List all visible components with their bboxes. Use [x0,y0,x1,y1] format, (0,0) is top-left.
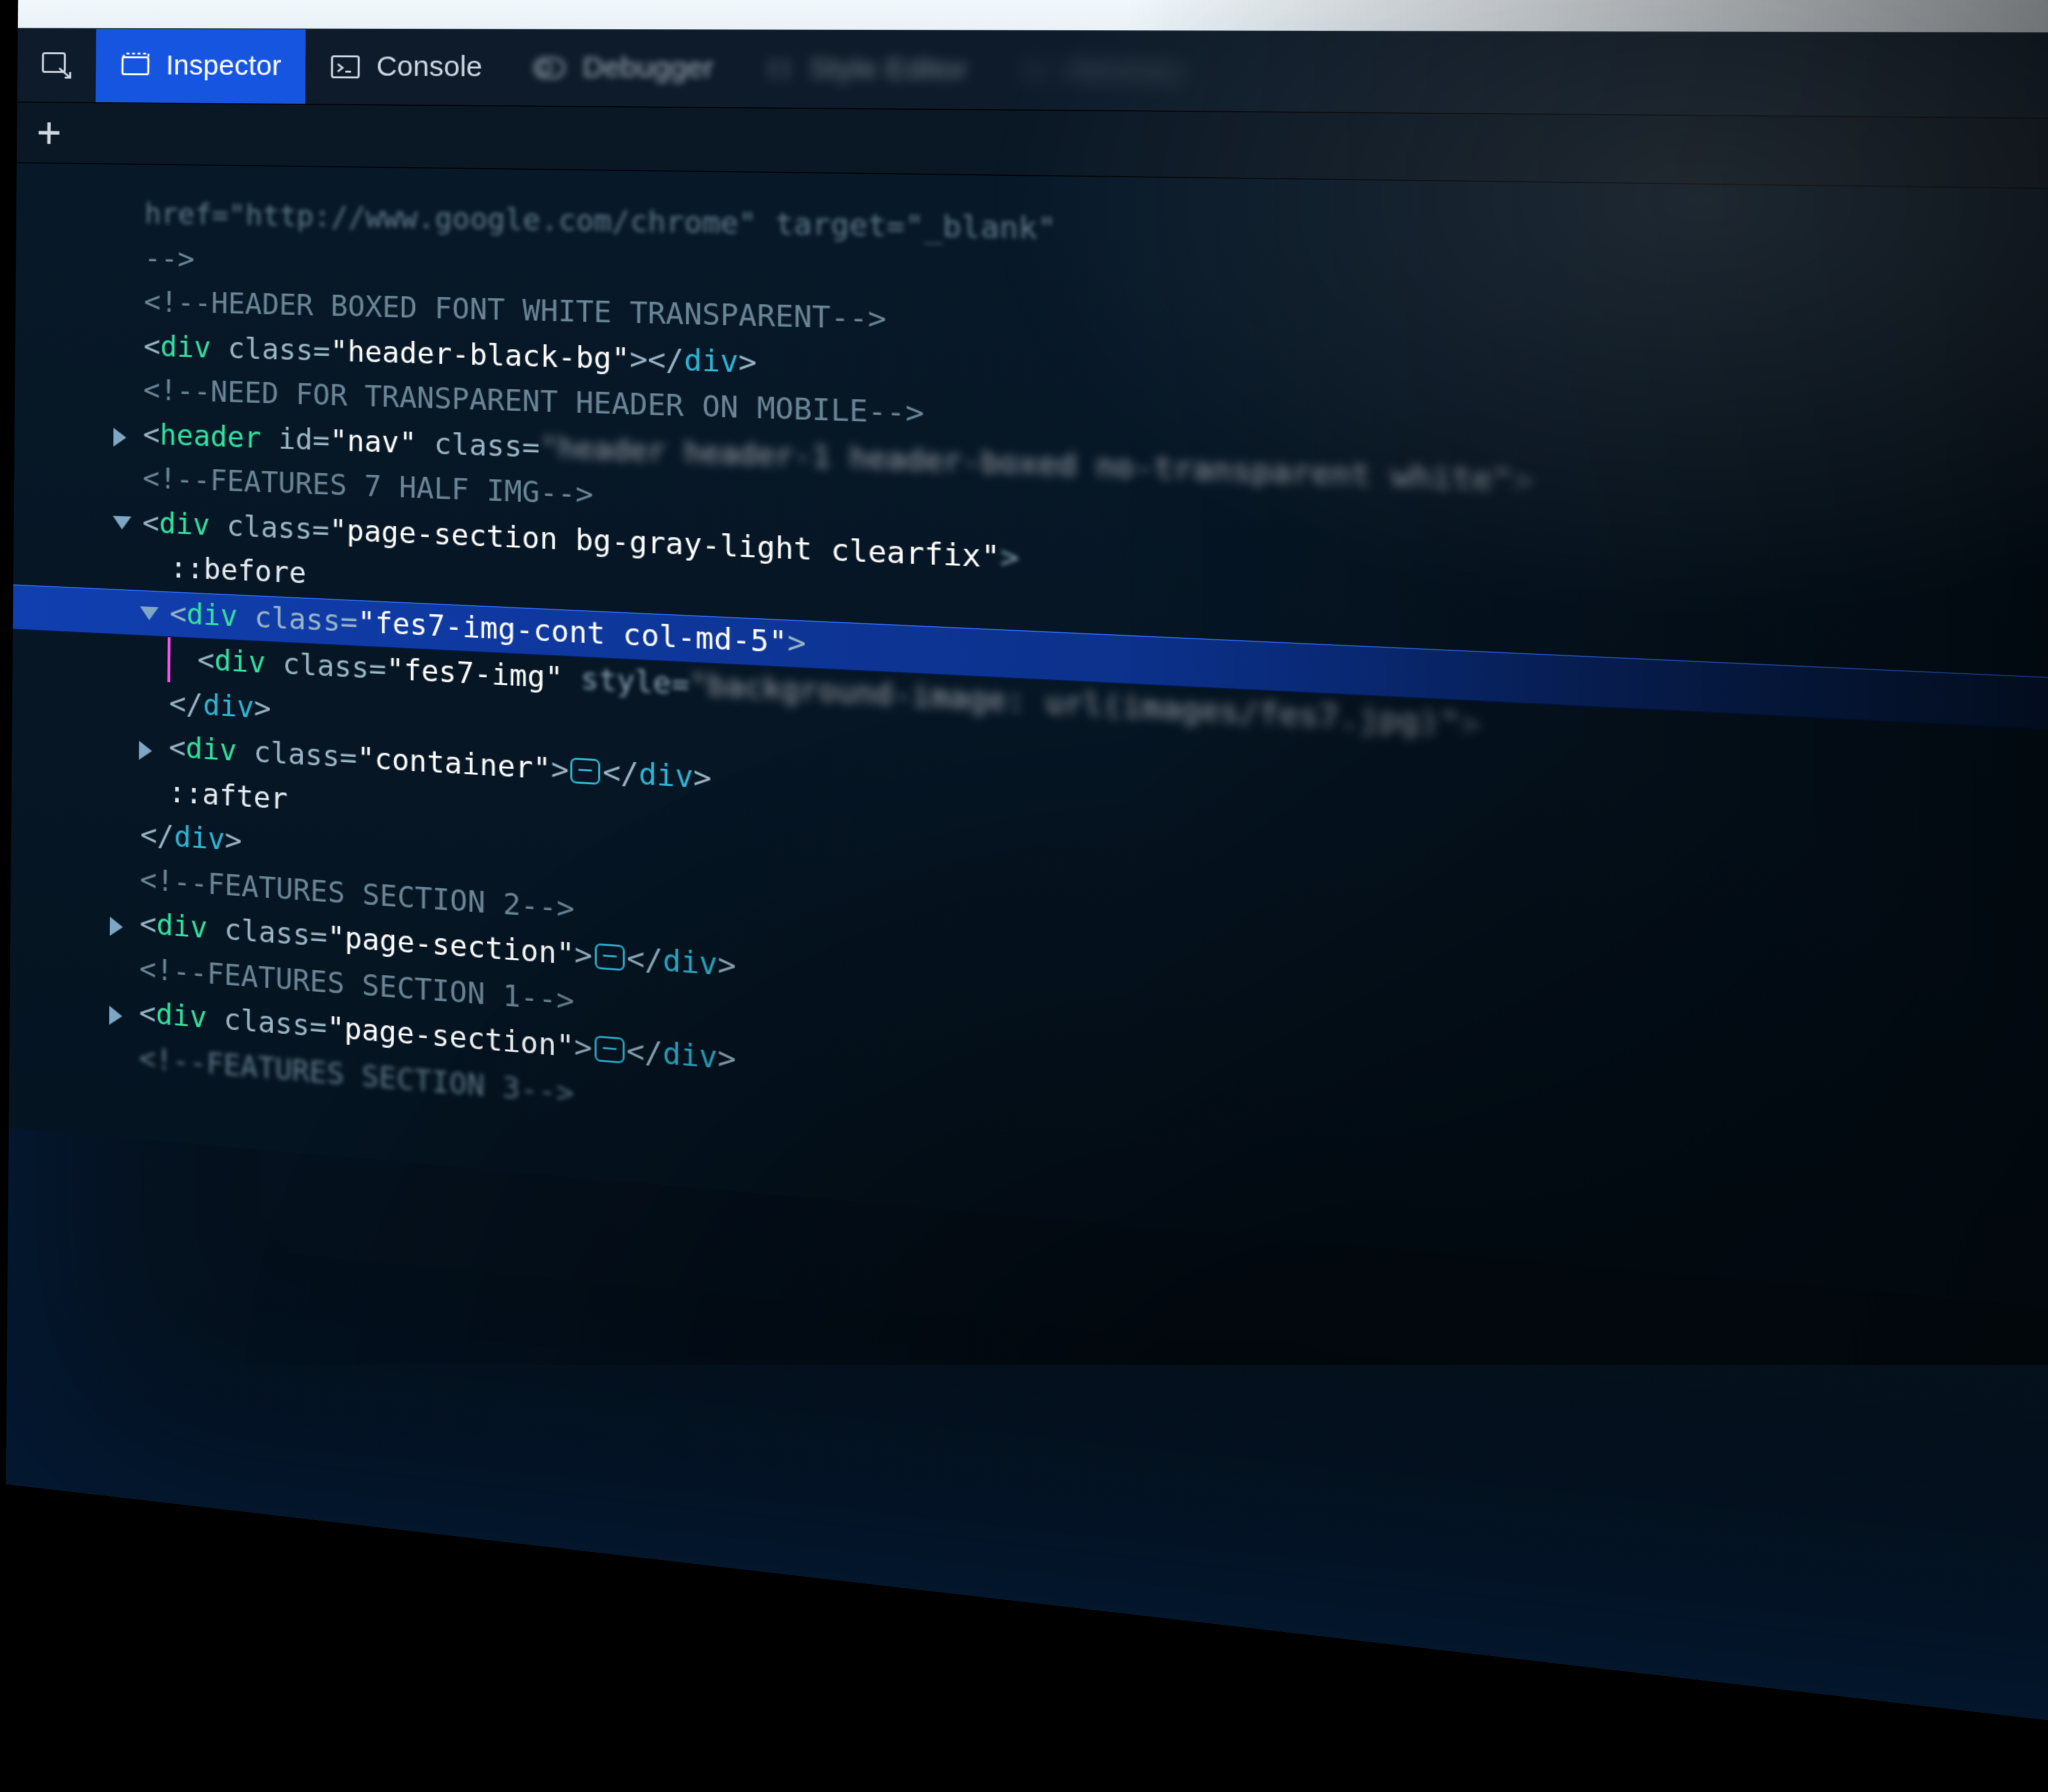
tab-label: Memory [1066,53,1182,88]
tab-label: Inspector [166,50,282,83]
collapsed-children-badge[interactable] [594,943,624,971]
pick-element-icon [41,51,72,79]
expand-icon[interactable] [109,1005,122,1025]
tab-console[interactable]: Console [306,30,508,106]
style-editor-icon [766,56,792,82]
change-marker [167,637,170,682]
console-icon [330,54,361,79]
collapse-icon[interactable] [140,606,159,620]
collapsed-children-badge[interactable] [594,1035,624,1063]
markup-view[interactable]: href="http://www.google.com/chrome" targ… [9,163,2048,1360]
tab-label: Console [376,51,482,84]
expand-icon[interactable] [139,740,152,760]
collapsed-children-badge[interactable] [571,758,601,785]
tab-memory[interactable]: Memory [994,31,1210,111]
tab-style-editor[interactable]: Style Editor [740,30,995,109]
inspector-icon [120,53,152,79]
expand-icon[interactable] [113,428,126,447]
tab-debugger[interactable]: Debugger [508,30,740,107]
collapse-icon[interactable] [113,516,132,530]
screen: Inspector Console Debugger Style Editor … [6,0,2048,1792]
tab-label: Debugger [582,52,713,86]
debugger-icon [533,56,566,79]
memory-icon [1022,57,1049,83]
pick-element-button[interactable] [17,29,96,102]
tab-label: Style Editor [809,52,967,87]
expand-icon[interactable] [110,916,123,936]
tab-inspector[interactable]: Inspector [96,29,306,104]
